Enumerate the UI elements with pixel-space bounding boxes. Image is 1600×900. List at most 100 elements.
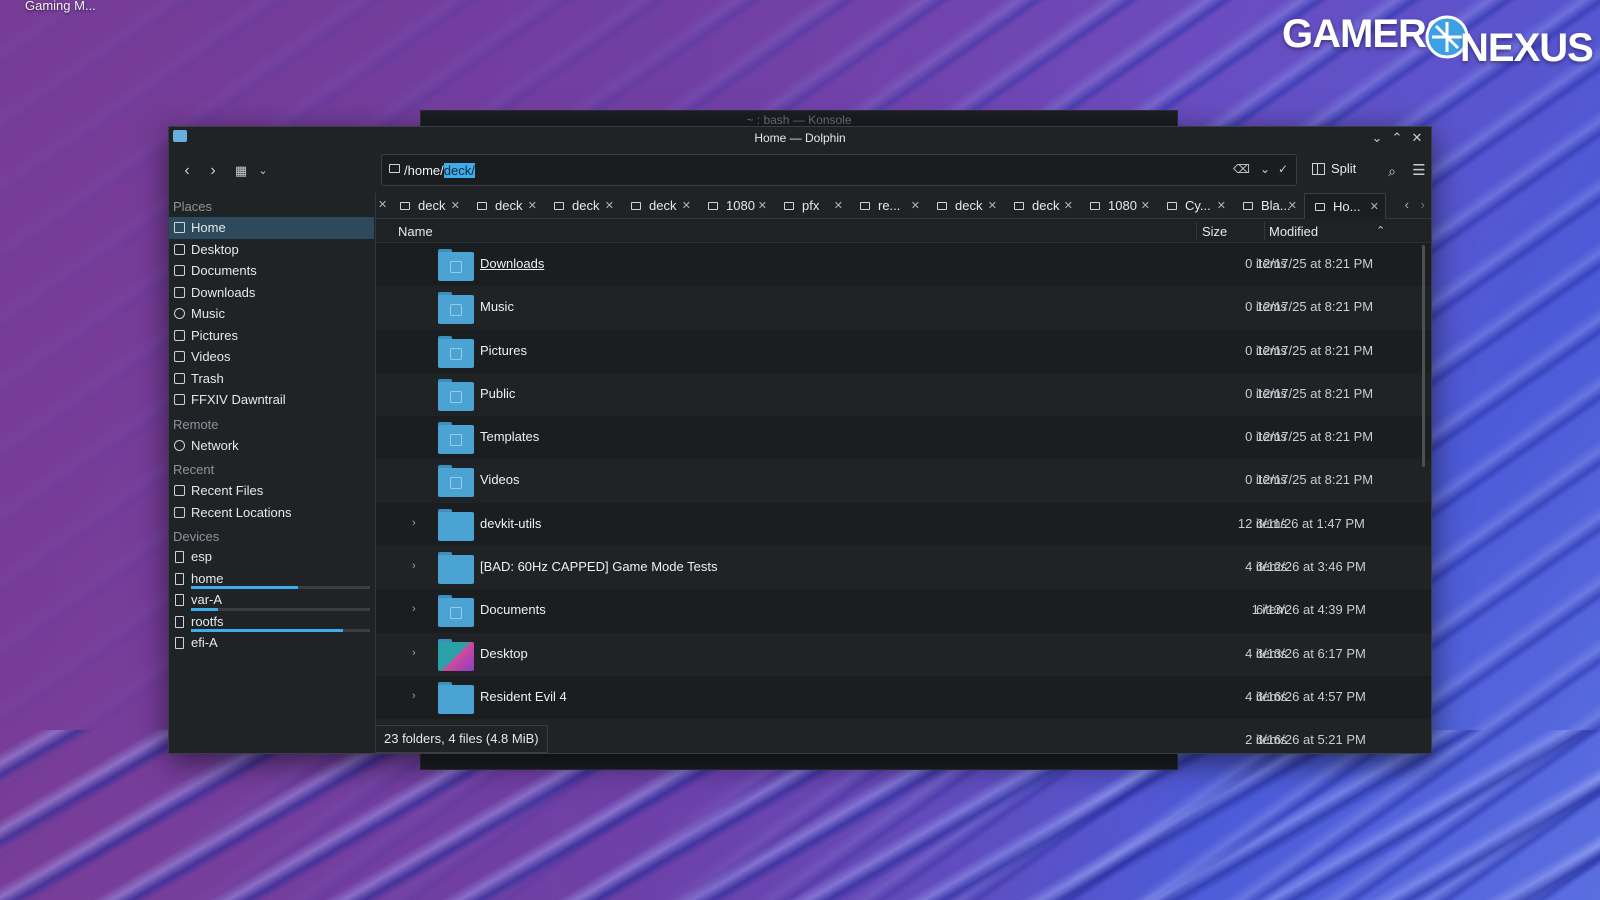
device-var-a[interactable]: var-A (169, 590, 374, 612)
tab-close-icon[interactable]: ✕ (605, 193, 614, 219)
device-label: efi-A (191, 635, 218, 650)
place-recent-locations[interactable]: Recent Locations (169, 502, 374, 524)
tab-10[interactable]: Cy... ✕ (1157, 193, 1232, 219)
title-bar[interactable]: Home — Dolphin ⌄ ⌃ ✕ (169, 127, 1431, 149)
tab-scroll-left-icon[interactable]: ‹ (1405, 197, 1409, 212)
file-row[interactable]: › Resident Evil 44 items 6/16/26 at 4:57 P… (376, 676, 1431, 719)
place-downloads[interactable]: Downloads (169, 282, 374, 304)
tab-4[interactable]: 1080 ✕ (698, 193, 773, 219)
tab-close-icon[interactable]: ✕ (451, 193, 460, 219)
expand-chevron-icon[interactable]: › (412, 603, 416, 615)
file-row[interactable]: Music 0 items 12/17/25 at 8:21 PM (376, 286, 1431, 330)
tab-close-icon[interactable]: ✕ (528, 193, 537, 219)
tab-close-icon[interactable]: ✕ (758, 193, 767, 219)
tab-1[interactable]: deck ✕ (467, 193, 543, 219)
column-name[interactable]: Name (398, 224, 433, 239)
tab-7[interactable]: deck ✕ (927, 193, 1003, 219)
file-row[interactable]: Videos 0 items 12/17/25 at 8:21 PM (376, 459, 1431, 503)
tab-3[interactable]: deck ✕ (621, 193, 697, 219)
place-pictures[interactable]: Pictures (169, 325, 374, 347)
devices-header: Devices (173, 529, 220, 544)
location-history-dropdown-icon[interactable]: ⌄ (1260, 162, 1270, 176)
tab-label: deck (572, 198, 600, 213)
file-row[interactable]: Public 0 items 12/17/25 at 8:21 PM (376, 372, 1431, 417)
tab-2[interactable]: deck ✕ (544, 193, 620, 219)
file-modified: 6/16/26 at 4:57 PM (1256, 688, 1366, 704)
place-music[interactable]: Music (169, 303, 374, 325)
tab-12[interactable]: Ho... ✕ (1304, 193, 1386, 219)
tab-close-icon[interactable]: ✕ (1217, 193, 1226, 219)
tab-5[interactable]: pfx ✕ (774, 193, 849, 219)
column-divider[interactable] (1196, 222, 1197, 240)
close-button[interactable]: ✕ (1409, 130, 1425, 146)
folder-icon (937, 202, 947, 210)
drive-icon (175, 594, 184, 606)
tab-close-icon[interactable]: ✕ (1064, 193, 1073, 219)
tab-close-icon[interactable]: ✕ (1141, 193, 1150, 219)
file-row[interactable]: › [BAD: 60Hz CAPPED] Game Mode Tests 4 ite… (376, 546, 1431, 590)
place-videos[interactable]: Videos (169, 346, 374, 368)
file-row[interactable]: › Documents 1 item 6/13/26 at 4:39 PM (376, 589, 1431, 632)
tab-8[interactable]: deck ✕ (1004, 193, 1079, 219)
location-bar[interactable]: /home/deck/ ⌫ ⌄ ✓ (381, 154, 1297, 186)
dolphin-app-icon[interactable] (173, 130, 187, 142)
search-icon[interactable]: ⌕ (1382, 161, 1402, 181)
expand-chevron-icon[interactable]: › (412, 560, 416, 572)
place-network[interactable]: Network (169, 435, 374, 457)
location-path[interactable]: /home/deck/ (404, 163, 475, 178)
maximize-button[interactable]: ⌃ (1389, 130, 1405, 146)
forward-button[interactable]: › (203, 161, 223, 181)
device-home[interactable]: home (169, 569, 374, 591)
view-mode-icon[interactable]: ▦ (231, 161, 251, 181)
file-row[interactable]: Pictures 0 items 12/17/25 at 8:21 PM (376, 330, 1431, 373)
tab-close-icon[interactable]: ✕ (834, 193, 843, 219)
tab-0[interactable]: deck ✕ (390, 193, 466, 219)
place-desktop[interactable]: Desktop (169, 239, 374, 261)
tab-11[interactable]: Bla... ✕ (1233, 193, 1303, 219)
file-row[interactable]: › Desktop 4 items 6/13/26 at 6:17 PM (376, 632, 1431, 676)
tab-scroll-right-icon[interactable]: › (1421, 197, 1425, 212)
sort-ascending-icon[interactable]: ⌃ (1376, 224, 1385, 237)
file-row[interactable]: Templates 0 items 12/17/25 at 8:21 PM (376, 416, 1431, 459)
view-mode-dropdown-icon[interactable]: ⌄ (253, 161, 273, 181)
place-trash[interactable]: Trash (169, 368, 374, 390)
device-rootfs[interactable]: rootfs (169, 612, 374, 634)
scrollbar[interactable] (1422, 245, 1425, 467)
tab-close-icon[interactable]: ✕ (378, 198, 387, 211)
downloads-icon (438, 249, 474, 281)
minimize-button[interactable]: ⌄ (1369, 130, 1385, 146)
tab-close-icon[interactable]: ✕ (1288, 193, 1297, 219)
expand-chevron-icon[interactable]: › (412, 517, 416, 529)
folder-icon (708, 202, 718, 210)
file-modified: 6/16/26 at 5:21 PM (1256, 732, 1366, 748)
file-row[interactable]: › devkit-utils 12 items 6/11/26 at 1:47 PM (376, 503, 1431, 546)
column-modified[interactable]: Modified (1269, 224, 1318, 239)
hamburger-menu-icon[interactable]: ☰ (1409, 161, 1429, 181)
split-button[interactable]: Split (1312, 161, 1356, 176)
tab-6[interactable]: re... ✕ (850, 193, 926, 219)
column-divider[interactable] (1264, 222, 1265, 240)
capacity-fill (191, 629, 344, 632)
expand-chevron-icon[interactable]: › (412, 647, 416, 659)
tab-9[interactable]: 1080 ✕ (1080, 193, 1156, 219)
back-button[interactable]: ‹ (177, 161, 197, 181)
tab-close-icon[interactable]: ✕ (988, 193, 997, 219)
tab-bar: ✕ ‹ › deck ✕ deck ✕ deck ✕ deck ✕ 1080 ✕ pfx ✕ re...… (376, 193, 1431, 219)
tab-close-icon[interactable]: ✕ (682, 193, 691, 219)
confirm-location-icon[interactable]: ✓ (1278, 162, 1288, 176)
folder-icon (860, 202, 870, 210)
place-recent-files[interactable]: Recent Files (169, 480, 374, 502)
device-efi-a[interactable]: efi-A (169, 633, 374, 655)
column-size[interactable]: Size (1202, 224, 1227, 239)
tab-close-icon[interactable]: ✕ (1370, 194, 1379, 220)
expand-chevron-icon[interactable]: › (412, 690, 416, 702)
tab-close-icon[interactable]: ✕ (911, 193, 920, 219)
drive-icon (175, 551, 184, 563)
place-ffxiv-dawntrail[interactable]: FFXIV Dawntrail (169, 389, 374, 411)
place-documents[interactable]: Documents (169, 260, 374, 282)
device-esp[interactable]: esp (169, 547, 374, 569)
capacity-fill (191, 607, 218, 611)
place-home[interactable]: Home (169, 217, 374, 239)
clear-location-icon[interactable]: ⌫ (1233, 162, 1250, 176)
file-row[interactable]: Downloads 0 items 12/17/25 at 8:21 PM (376, 243, 1431, 286)
